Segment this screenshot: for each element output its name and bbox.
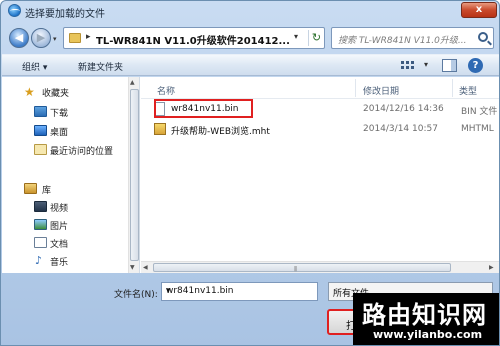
video-library-icon (34, 201, 47, 212)
toolbar: 组织 ▾ 新建文件夹 ▾ ? (2, 54, 499, 76)
column-divider[interactable] (355, 79, 356, 97)
nav-item-label: 图片 (50, 222, 69, 232)
nav-item-desktop[interactable]: 桌面 (2, 122, 128, 139)
view-dropdown-icon[interactable]: ▾ (424, 60, 428, 69)
column-divider[interactable] (452, 79, 453, 97)
file-name: 升级帮助-WEB浏览.mht (171, 127, 270, 137)
help-icon[interactable]: ? (468, 58, 483, 73)
nav-item-label: 收藏夹 (42, 89, 70, 99)
column-header-row: 名称 修改日期 类型 (141, 77, 499, 99)
scroll-right-icon[interactable]: ▶ (489, 264, 494, 271)
file-date: 2014/12/16 14:36 (363, 104, 444, 114)
nav-item-label: 桌面 (50, 128, 69, 138)
window-title: 选择要加载的文件 (25, 9, 105, 20)
search-icon[interactable] (478, 32, 488, 42)
documents-library-icon (34, 237, 47, 248)
view-options-icon[interactable] (399, 59, 419, 73)
file-open-dialog: 选择要加载的文件 x ◀ ▶ ▾ ▸ TL-WR841N V11.0升级软件20… (0, 0, 500, 346)
selection-highlight-box (154, 99, 253, 118)
recent-places-icon (34, 144, 47, 155)
title-bar: 选择要加载的文件 x (1, 1, 499, 21)
back-button[interactable]: ◀ (9, 28, 29, 48)
breadcrumb-path[interactable]: TL-WR841N V11.0升级软件201412... (96, 32, 290, 47)
watermark-url: www.yilanbo.com (373, 328, 483, 341)
desktop-icon (34, 125, 47, 136)
breadcrumb-separator[interactable]: ▸ (86, 32, 91, 42)
file-row[interactable]: 升级帮助-WEB浏览.mht 2014/3/14 10:57 MHTML (149, 121, 499, 138)
nav-item-pictures[interactable]: 图片 (2, 216, 128, 233)
nav-item-libraries[interactable]: 库 (2, 180, 128, 197)
nav-pane-scrollbar[interactable]: ▲ ▼ (128, 77, 139, 273)
file-type: MHTML (461, 124, 494, 134)
address-bar[interactable]: ▸ TL-WR841N V11.0升级软件201412... ▾ ↻ (63, 27, 325, 49)
browser-icon (8, 4, 21, 17)
refresh-icon[interactable]: ↻ (308, 30, 324, 46)
mht-file-icon (154, 123, 166, 135)
organize-button[interactable]: 组织 ▾ (22, 60, 47, 73)
main-area: ★ 收藏夹 下载 桌面 最近访问的位置 库 视频 图片 文档 ♪ 音乐 ▲ ▼ … (2, 77, 499, 273)
horizontal-scrollbar[interactable]: ◀ ||| ▶ (141, 261, 499, 273)
scrollbar-thumb[interactable] (130, 89, 139, 261)
address-dropdown-icon[interactable]: ▾ (294, 32, 298, 41)
filename-dropdown-icon[interactable]: ▾ (166, 286, 313, 296)
site-watermark: 路由知识网 www.yilanbo.com (353, 293, 499, 345)
scroll-up-icon[interactable]: ▲ (130, 79, 135, 86)
scrollbar-thumb[interactable]: ||| (153, 263, 451, 272)
nav-item-recent-places[interactable]: 最近访问的位置 (2, 141, 128, 158)
nav-item-label: 音乐 (50, 258, 69, 268)
nav-item-music[interactable]: ♪ 音乐 (2, 252, 128, 269)
forward-button[interactable]: ▶ (31, 28, 51, 48)
scroll-down-icon[interactable]: ▼ (130, 264, 135, 271)
nav-item-downloads[interactable]: 下载 (2, 103, 128, 120)
column-header-type[interactable]: 类型 (459, 84, 477, 97)
library-icon (24, 183, 37, 194)
column-header-date[interactable]: 修改日期 (363, 84, 399, 97)
music-library-icon: ♪ (35, 254, 43, 267)
nav-item-label: 最近访问的位置 (50, 147, 114, 157)
file-type: BIN 文件 (461, 107, 498, 117)
recent-pages-dropdown-icon[interactable]: ▾ (53, 35, 57, 43)
file-list-pane: 名称 修改日期 类型 wr841nv11.bin 2014/12/16 14:3… (141, 77, 499, 273)
nav-item-label: 视频 (50, 204, 69, 214)
filename-label: 文件名(N): (114, 290, 158, 300)
navigation-pane: ★ 收藏夹 下载 桌面 最近访问的位置 库 视频 图片 文档 ♪ 音乐 ▲ ▼ (2, 77, 140, 273)
new-folder-button[interactable]: 新建文件夹 (78, 60, 123, 73)
column-header-name[interactable]: 名称 (157, 84, 175, 97)
nav-item-videos[interactable]: 视频 (2, 198, 128, 215)
nav-item-label: 文档 (50, 240, 69, 250)
file-date: 2014/3/14 10:57 (363, 124, 438, 134)
search-input[interactable]: 搜索 TL-WR841N V11.0升级... (331, 27, 494, 49)
downloads-folder-icon (34, 106, 47, 117)
scroll-left-icon[interactable]: ◀ (143, 264, 148, 271)
nav-item-documents[interactable]: 文档 (2, 234, 128, 251)
filename-field[interactable]: wr841nv11.bin ▾ (161, 282, 318, 301)
nav-item-label: 库 (42, 186, 52, 196)
close-button[interactable]: x (461, 2, 497, 18)
star-icon: ★ (24, 85, 35, 99)
folder-icon (69, 33, 81, 43)
nav-item-label: 下载 (50, 109, 69, 119)
watermark-title: 路由知识网 (362, 300, 487, 329)
nav-item-favorites[interactable]: ★ 收藏夹 (2, 83, 128, 100)
preview-pane-icon[interactable] (442, 59, 457, 72)
search-placeholder: 搜索 TL-WR841N V11.0升级... (338, 36, 467, 46)
pictures-library-icon (34, 219, 47, 230)
